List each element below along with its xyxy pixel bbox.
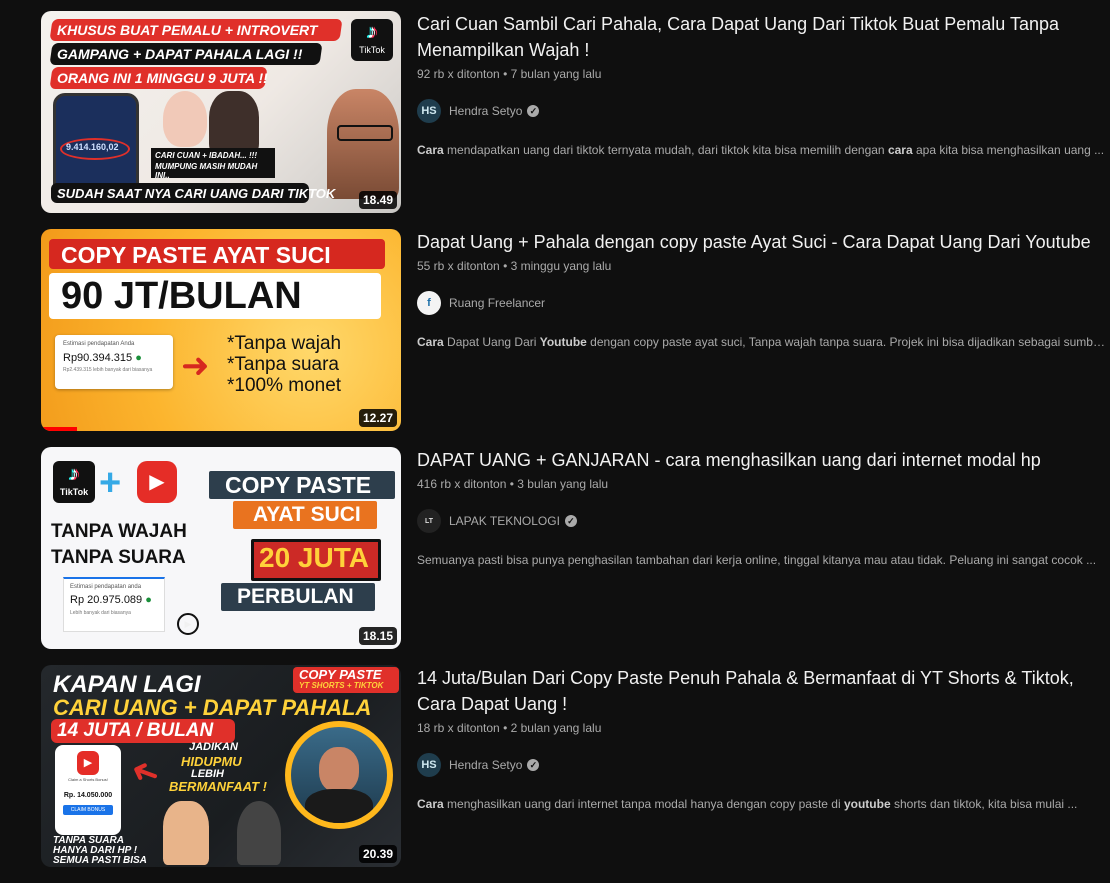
view-count: 55 rb x ditonton [417,259,500,273]
video-stats: 92 rb x ditonton • 7 bulan yang lalu [417,67,602,81]
video-title[interactable]: Cari Cuan Sambil Cari Pahala, Cara Dapat… [417,11,1107,63]
thumb-mid-4: BERMANFAAT ! [169,779,267,794]
channel-link[interactable]: HS Hendra Setyo ✓ [417,99,1107,123]
view-count: 416 rb x ditonton [417,477,507,491]
thumb-mid-2: HIDUPMU [181,754,242,769]
video-result-4[interactable]: KAPAN LAGI CARI UANG + DAPAT PAHALA 14 J… [0,665,1110,867]
view-count: 18 rb x ditonton [417,721,500,735]
thumb-line-2: CARI UANG + DAPAT PAHALA [53,695,372,720]
channel-link[interactable]: f Ruang Freelancer [417,291,1107,315]
thumb-tag-1: COPY PASTE [225,472,372,498]
video-thumbnail[interactable]: KAPAN LAGI CARI UANG + DAPAT PAHALA 14 J… [41,665,401,867]
thumb-bullet-1: *Tanpa wajah [227,333,342,354]
video-duration: 12.27 [358,409,397,427]
video-result-3[interactable]: ♪ TikTok + ▶ TANPA WAJAH TANPA SUARA Est… [0,447,1110,649]
arrow-right-icon: ➜ [181,347,210,385]
video-title[interactable]: Dapat Uang + Pahala dengan copy paste Ay… [417,229,1107,255]
channel-link[interactable]: LT LAPAK TEKNOLOGI ✓ [417,509,1107,533]
channel-avatar[interactable]: HS [417,99,441,123]
video-title[interactable]: 14 Juta/Bulan Dari Copy Paste Penuh Paha… [417,665,1107,717]
youtube-shorts-icon: ▶ [137,461,177,503]
cartoon-woman-image [163,91,207,147]
video-result-2[interactable]: COPY PASTE AYAT SUCI 90 JT/BULAN Estimas… [0,229,1110,431]
channel-avatar[interactable]: LT [417,509,441,533]
praying-hands-image [163,801,209,865]
video-duration: 20.39 [358,845,397,863]
thumb-bottom-3: SEMUA PASTI BISA [53,855,147,866]
watch-progress-bar [41,427,77,431]
video-stats: 55 rb x ditonton • 3 minggu yang lalu [417,259,612,273]
tiktok-logo-icon: ♪ TikTok [351,19,393,61]
thumb-line-1: TANPA WAJAH [51,521,187,542]
verified-badge-icon: ✓ [527,759,540,771]
thumb-mid-1: JADIKAN [189,741,238,753]
curved-arrow-icon: ➜ [125,750,166,796]
thumb-bubble: CARI CUAN + IBADAH... !!! MUMPUNG MASIH … [151,148,275,180]
view-count: 92 rb x ditonton [417,67,500,81]
video-stats: 416 rb x ditonton • 3 bulan yang lalu [417,477,609,491]
thumb-tag-2: AYAT SUCI [253,503,361,526]
video-result-1[interactable]: KHUSUS BUAT PEMALU + INTROVERT GAMPANG +… [0,11,1110,213]
upload-age: 7 bulan yang lalu [510,67,602,81]
thumb-bottom-text: SUDAH SAAT NYA CARI UANG DARI TIKTOK [57,186,336,201]
video-duration: 18.49 [358,191,397,209]
video-description: Semuanya pasti bisa punya penghasilan ta… [417,553,1097,567]
upload-age: 2 bulan yang lalu [510,721,602,735]
thumb-tag-3: 20 JUTA [259,542,369,573]
tiktok-logo-icon: ♪ TikTok [53,461,95,503]
upload-age: 3 minggu yang lalu [510,259,612,273]
verified-badge-icon: ✓ [527,105,540,117]
praying-man-image [237,801,281,865]
thumb-line-2: TANPA SUARA [51,547,186,568]
thumb-line-2: 90 JT/BULAN [61,275,302,317]
thumb-bullet-2: *Tanpa suara [227,354,339,375]
video-thumbnail[interactable]: KHUSUS BUAT PEMALU + INTROVERT GAMPANG +… [41,11,401,213]
thumb-line-3: ORANG INI 1 MINGGU 9 JUTA !! [57,70,268,86]
video-duration: 18.15 [358,627,397,645]
plus-icon: + [99,462,122,504]
thumb-line-3: 14 JUTA / BULAN [57,720,214,741]
bonus-card: ▶ Claim a Shorts Bonus! Rp. 14.050.000 C… [55,745,121,835]
presenter-circle [285,721,393,829]
thumb-line-1: COPY PASTE AYAT SUCI [61,242,331,268]
earnings-card: Estimasi pendapatan Anda Rp90.394.315 ● … [55,335,173,389]
earnings-card: Estimasi pendapatan anda Rp 20.975.089 ●… [63,577,165,632]
upload-age: 3 bulan yang lalu [517,477,609,491]
video-description: Cara mendapatkan uang dari tiktok ternya… [417,143,1105,157]
channel-avatar[interactable]: f [417,291,441,315]
video-description: Cara Dapat Uang Dari Youtube dengan copy… [417,335,1105,349]
presenter-photo [327,89,399,199]
verified-badge-icon: ✓ [564,515,577,527]
video-title[interactable]: DAPAT UANG + GANJARAN - cara menghasilka… [417,447,1107,473]
thumb-tag-4: PERBULAN [237,585,354,608]
channel-name[interactable]: Ruang Freelancer [449,296,545,310]
play-icon: ▶ [177,613,199,635]
video-thumbnail[interactable]: ♪ TikTok + ▶ TANPA WAJAH TANPA SUARA Est… [41,447,401,649]
channel-name[interactable]: Hendra Setyo [449,104,522,118]
channel-name[interactable]: Hendra Setyo [449,758,522,772]
channel-avatar[interactable]: HS [417,753,441,777]
channel-name[interactable]: LAPAK TEKNOLOGI [449,514,560,528]
video-description: Cara menghasilkan uang dari internet tan… [417,797,1078,811]
video-stats: 18 rb x ditonton • 2 bulan yang lalu [417,721,602,735]
thumb-line-2: GAMPANG + DAPAT PAHALA LAGI !! [57,46,303,62]
video-thumbnail[interactable]: COPY PASTE AYAT SUCI 90 JT/BULAN Estimas… [41,229,401,431]
thumb-corner-2: YT SHORTS + TIKTOK [299,681,384,690]
thumb-bullet-3: *100% monet [227,375,342,396]
channel-link[interactable]: HS Hendra Setyo ✓ [417,753,1107,777]
thumb-corner-1: COPY PASTE [299,667,382,682]
thumb-line-1: KHUSUS BUAT PEMALU + INTROVERT [57,22,318,38]
